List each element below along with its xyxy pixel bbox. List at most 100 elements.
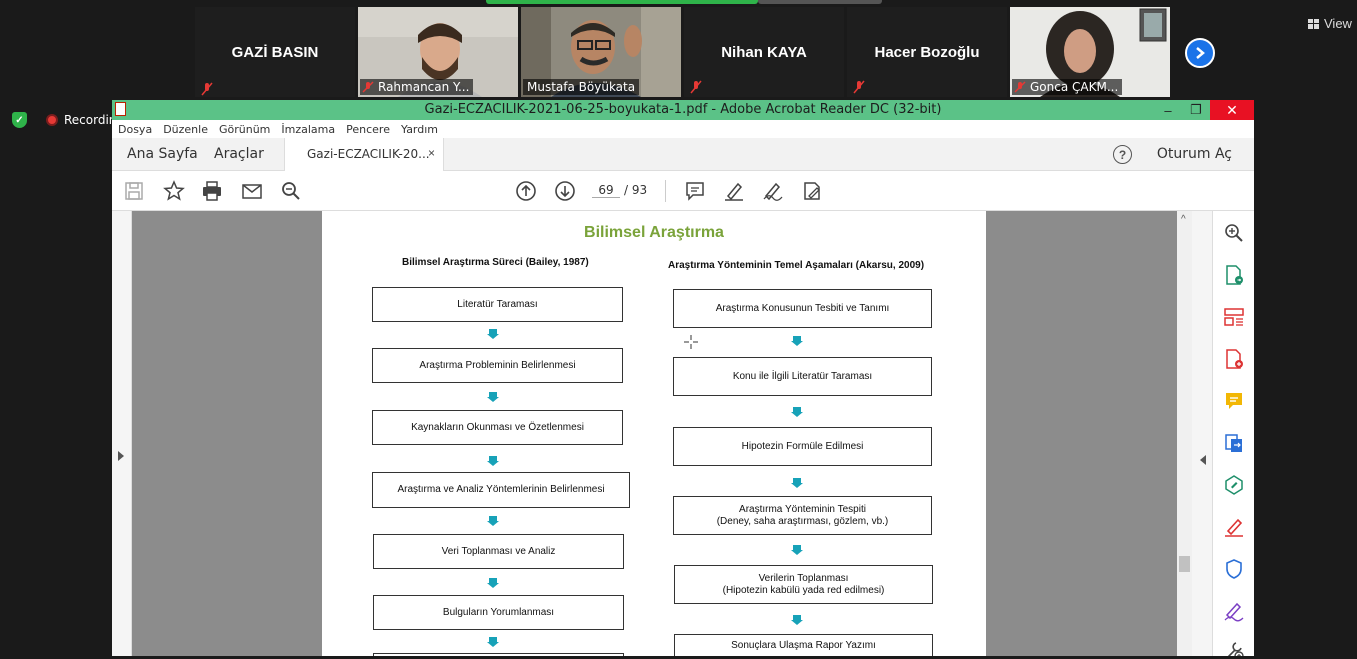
send-for-review-icon[interactable] bbox=[1222, 431, 1246, 455]
step-text: Araştırma ve Analiz Yöntemlerinin Belirl… bbox=[397, 484, 605, 495]
restore-button[interactable]: ❐ bbox=[1182, 100, 1210, 120]
flow-arrow-down bbox=[487, 578, 499, 588]
sign-icon[interactable] bbox=[761, 179, 785, 203]
left-step-box: Araştırma Probleminin Belirlenmesi bbox=[372, 348, 623, 383]
right-panel-toggle[interactable] bbox=[1192, 211, 1212, 656]
search-icon[interactable] bbox=[279, 179, 303, 203]
security-shield-icon[interactable]: ✓ bbox=[12, 112, 27, 128]
view-button[interactable]: View bbox=[1308, 16, 1352, 31]
comment-icon[interactable] bbox=[683, 179, 707, 203]
flow-arrow-down bbox=[791, 615, 803, 625]
document-area[interactable]: Bilimsel Araştırma Bilimsel Araştırma Sü… bbox=[112, 211, 1212, 656]
zoom-in-icon[interactable] bbox=[1222, 221, 1246, 245]
more-tools-icon[interactable] bbox=[1222, 639, 1246, 656]
tools-pane bbox=[1212, 211, 1254, 656]
step-text: Hipotezin Formüle Edilmesi bbox=[741, 440, 864, 452]
close-tab-icon[interactable]: × bbox=[428, 146, 435, 160]
flow-arrow-down bbox=[791, 336, 803, 346]
save-icon[interactable] bbox=[122, 179, 146, 203]
left-step-box: Veri Toplanması ve Analiz bbox=[373, 534, 624, 569]
menu-sign[interactable]: İmzalama bbox=[281, 123, 335, 136]
title-bar[interactable]: Gazi-ECZACILIK-2021-06-25-boyukata-1.pdf… bbox=[112, 100, 1254, 120]
step-text: Araştırma Yönteminin Tespiti bbox=[739, 503, 866, 515]
participant-strip: GAZİ BASIN Rahmancan Y... Mustafa Böyüka… bbox=[0, 0, 1357, 100]
step-text: Kaynakların Okunması ve Özetlenmesi bbox=[411, 421, 584, 433]
participant-name: Hacer Bozoğlu bbox=[874, 43, 980, 61]
participant-tile-rahmancan[interactable]: Rahmancan Y... bbox=[358, 7, 518, 97]
step-text: Sonuçlara Ulaşma Rapor Yazımı bbox=[731, 640, 876, 651]
step-text: Literatür Taraması bbox=[457, 298, 538, 310]
right-step-box: Verilerin Toplanması (Hipotezin kabülü ya… bbox=[674, 565, 933, 604]
window-title: Gazi-ECZACILIK-2021-06-25-boyukata-1.pdf… bbox=[424, 102, 942, 117]
participant-tile-mustafa[interactable]: Mustafa Böyükata bbox=[521, 7, 681, 97]
email-icon[interactable] bbox=[240, 179, 264, 203]
participant-name: Rahmancan Y... bbox=[360, 79, 474, 95]
flow-arrow-down bbox=[487, 516, 499, 526]
fill-sign-icon[interactable] bbox=[800, 179, 824, 203]
left-column-heading: Bilimsel Araştırma Süreci (Bailey, 1987) bbox=[402, 257, 589, 268]
tab-tools[interactable]: Araçlar bbox=[214, 146, 264, 162]
flow-arrow-down bbox=[791, 407, 803, 417]
mic-muted-icon bbox=[362, 81, 374, 93]
help-icon[interactable]: ? bbox=[1113, 145, 1132, 164]
previous-page-icon[interactable] bbox=[514, 179, 538, 203]
recording-icon bbox=[46, 114, 58, 126]
tab-bar: Ana Sayfa Araçlar Gazi-ECZACILIK-20... ×… bbox=[112, 138, 1254, 171]
flow-arrow-down bbox=[487, 329, 499, 339]
scroll-up-icon[interactable]: ^ bbox=[1181, 214, 1186, 225]
protect-shield-icon[interactable] bbox=[1222, 557, 1246, 581]
tab-document[interactable]: Gazi-ECZACILIK-20... × bbox=[284, 138, 444, 171]
request-signature-icon[interactable] bbox=[1222, 599, 1246, 623]
print-icon[interactable] bbox=[200, 179, 224, 203]
menu-bar: Dosya Düzenle Görünüm İmzalama Pencere Y… bbox=[112, 120, 1254, 138]
comment-tool-icon[interactable] bbox=[1222, 389, 1246, 413]
right-step-box: Araştırma Konusunun Tesbiti ve Tanımı bbox=[673, 289, 932, 328]
flow-arrow-down bbox=[791, 478, 803, 488]
minimize-button[interactable]: – bbox=[1154, 100, 1182, 120]
organize-pages-icon[interactable] bbox=[1222, 305, 1246, 329]
menu-help[interactable]: Yardım bbox=[401, 123, 438, 136]
participant-tile-gonca[interactable]: Gonca ÇAKM... bbox=[1010, 7, 1170, 97]
step-text: Veri Toplanması ve Analiz bbox=[441, 545, 556, 557]
create-pdf-icon[interactable] bbox=[1222, 347, 1246, 371]
right-column-heading: Araştırma Yönteminin Temel Aşamaları (Ak… bbox=[668, 260, 925, 271]
participant-tile-gazi-basin[interactable]: GAZİ BASIN bbox=[195, 7, 355, 97]
menu-window[interactable]: Pencere bbox=[346, 123, 390, 136]
export-pdf-icon[interactable] bbox=[1222, 263, 1246, 287]
right-step-box: Sonuçlara Ulaşma Rapor Yazımı bbox=[674, 634, 933, 656]
vertical-scrollbar[interactable]: ^ bbox=[1177, 211, 1192, 656]
scrollbar-thumb[interactable] bbox=[1179, 556, 1190, 572]
mic-muted-icon bbox=[201, 82, 213, 96]
step-text: Verilerin Toplanması bbox=[758, 572, 849, 584]
menu-file[interactable]: Dosya bbox=[118, 123, 152, 136]
left-step-box: Araştırma ve Analiz Yöntemlerinin Belirl… bbox=[372, 472, 630, 508]
sign-in-link[interactable]: Oturum Aç bbox=[1157, 146, 1232, 162]
flow-arrow-down bbox=[487, 637, 499, 647]
menu-edit[interactable]: Düzenle bbox=[163, 123, 208, 136]
participant-name: Gonca ÇAKM... bbox=[1012, 79, 1123, 95]
tab-home[interactable]: Ana Sayfa bbox=[127, 146, 198, 162]
right-step-box: Konu ile İlgili Literatür Taraması bbox=[673, 357, 932, 396]
next-participants-button[interactable] bbox=[1185, 38, 1215, 68]
participant-tile-nihan-kaya[interactable]: Nihan KAYA bbox=[684, 7, 844, 97]
menu-view[interactable]: Görünüm bbox=[219, 123, 270, 136]
close-button[interactable]: ✕ bbox=[1210, 100, 1254, 120]
tab-document-label: Gazi-ECZACILIK-20... bbox=[307, 147, 430, 161]
step-subtext: (Hipotezin kabülü yada red edilmesi) bbox=[722, 584, 885, 596]
step-text: Araştırma Konusunun Tesbiti ve Tanımı bbox=[715, 302, 890, 314]
screen-share-indicator-tail bbox=[758, 0, 882, 4]
fill-sign-tool-icon[interactable] bbox=[1222, 515, 1246, 539]
highlight-pen-icon[interactable] bbox=[722, 179, 746, 203]
participant-tile-hacer-bozoglu[interactable]: Hacer Bozoğlu bbox=[847, 7, 1007, 97]
page-number-input[interactable]: 69 bbox=[592, 183, 620, 198]
mic-muted-icon bbox=[1014, 81, 1026, 93]
expand-left-icon bbox=[118, 451, 124, 461]
mic-muted-icon bbox=[853, 80, 865, 94]
left-panel-toggle[interactable] bbox=[112, 211, 132, 656]
bookmark-star-icon[interactable] bbox=[162, 179, 186, 203]
next-page-icon[interactable] bbox=[553, 179, 577, 203]
flow-arrow-down bbox=[487, 392, 499, 402]
right-step-box: Hipotezin Formüle Edilmesi bbox=[673, 427, 932, 466]
step-text: Bulguların Yorumlanması bbox=[442, 606, 555, 618]
edit-pdf-icon[interactable] bbox=[1222, 473, 1246, 497]
